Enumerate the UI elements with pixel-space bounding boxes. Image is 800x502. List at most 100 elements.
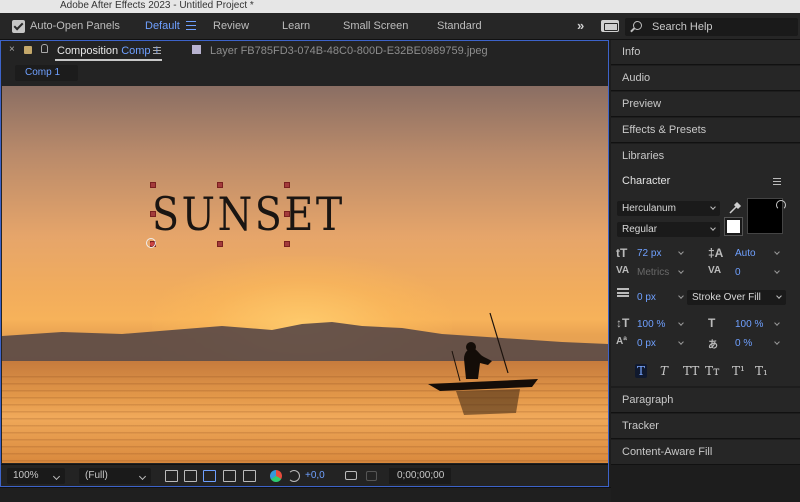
anchor-point-icon[interactable] xyxy=(146,238,156,248)
character-panel-title: Character xyxy=(622,175,671,187)
panel-libraries[interactable]: Libraries xyxy=(611,144,800,169)
superscript-button[interactable]: T¹ xyxy=(732,364,745,378)
tracking-value[interactable]: 0 xyxy=(735,267,741,278)
stroke-width-value[interactable]: 0 px xyxy=(637,292,656,303)
faux-bold-button[interactable]: T xyxy=(635,364,648,378)
window-title: Adobe After Effects 2023 - Untitled Proj… xyxy=(60,0,254,11)
all-caps-button[interactable]: TT xyxy=(683,364,699,378)
font-size-value[interactable]: 72 px xyxy=(637,248,661,259)
panel-info[interactable]: Info xyxy=(611,40,800,65)
reset-exposure-icon[interactable] xyxy=(288,470,300,482)
tsume-icon: あ xyxy=(708,340,718,351)
close-icon[interactable]: × xyxy=(9,44,15,55)
resolution-select[interactable]: (Full) xyxy=(79,468,151,484)
chevron-down-icon xyxy=(710,204,716,210)
vertical-scale-value[interactable]: 100 % xyxy=(637,319,665,330)
tsume-value[interactable]: 0 % xyxy=(735,338,752,349)
panel-audio[interactable]: Audio xyxy=(611,66,800,91)
chevron-down-icon[interactable] xyxy=(774,249,780,255)
panel-content-aware-fill[interactable]: Content-Aware Fill xyxy=(611,440,800,465)
font-family-select[interactable]: Herculanum xyxy=(617,201,720,216)
eyedropper-icon[interactable] xyxy=(728,201,742,215)
chevron-down-icon[interactable] xyxy=(774,320,780,326)
workspace-overflow-icon[interactable]: » xyxy=(577,18,584,33)
tab-composition[interactable]: Composition Comp 1 xyxy=(57,45,160,57)
selection-handle[interactable] xyxy=(217,182,223,188)
small-caps-button[interactable]: Tт xyxy=(705,364,720,378)
channel-color-icon[interactable] xyxy=(270,470,282,482)
search-input[interactable] xyxy=(652,20,792,34)
font-style-select[interactable]: Regular xyxy=(617,222,720,237)
active-tab-indicator xyxy=(55,59,162,61)
zoom-select[interactable]: 100% xyxy=(7,468,65,484)
sync-settings-icon[interactable] xyxy=(601,20,619,32)
snapshot-camera-icon[interactable] xyxy=(345,471,357,480)
horizontal-scale-value[interactable]: 100 % xyxy=(735,319,763,330)
panel-info-label: Info xyxy=(622,46,641,58)
leading-value[interactable]: Auto xyxy=(735,248,756,259)
region-of-interest-icon[interactable] xyxy=(223,470,236,482)
panel-effects-presets-label: Effects & Presets xyxy=(622,124,707,136)
stroke-mode-select[interactable]: Stroke Over Fill xyxy=(687,290,786,305)
subscript-button[interactable]: T₁ xyxy=(755,364,768,378)
faux-italic-button[interactable]: T xyxy=(660,364,668,378)
grid-guides-icon[interactable] xyxy=(243,470,256,482)
tab-layer[interactable]: Layer FB785FD3-074B-48C0-800D-E32BE09897… xyxy=(210,45,488,57)
mask-visibility-icon[interactable] xyxy=(203,470,216,482)
selection-handle[interactable] xyxy=(150,211,156,217)
resolution-value: (Full) xyxy=(85,470,108,481)
panel-paragraph-label: Paragraph xyxy=(622,394,674,406)
timecode-display[interactable]: 0;00;00;00 xyxy=(389,468,451,484)
selection-handle[interactable] xyxy=(284,211,290,217)
panel-preview-label: Preview xyxy=(622,98,662,110)
workspace-tab-review[interactable]: Review xyxy=(213,20,249,33)
workspace-tab-default[interactable]: Default xyxy=(145,20,180,33)
comp-subtab[interactable]: Comp 1 xyxy=(15,65,78,81)
selection-handle[interactable] xyxy=(217,241,223,247)
selection-handle[interactable] xyxy=(150,182,156,188)
exposure-value[interactable]: +0,0 xyxy=(305,470,325,481)
swap-colors-icon[interactable] xyxy=(776,200,786,210)
title-bar: Adobe After Effects 2023 - Untitled Proj… xyxy=(0,0,800,13)
selection-handle[interactable] xyxy=(284,241,290,247)
chevron-down-icon xyxy=(776,293,782,299)
panel-menu-icon[interactable] xyxy=(153,47,161,54)
workspace-tab-standard[interactable]: Standard xyxy=(437,20,482,33)
chevron-down-icon[interactable] xyxy=(678,268,684,274)
fast-previews-icon[interactable] xyxy=(165,470,178,482)
panel-effects-presets[interactable]: Effects & Presets xyxy=(611,118,800,143)
transparency-grid-icon[interactable] xyxy=(184,470,197,482)
chevron-down-icon[interactable] xyxy=(678,339,684,345)
panel-paragraph[interactable]: Paragraph xyxy=(611,388,800,413)
auto-open-checkbox[interactable] xyxy=(12,20,25,33)
kerning-value[interactable]: Metrics xyxy=(637,267,669,278)
panel-tracker[interactable]: Tracker xyxy=(611,414,800,439)
panel-tracker-label: Tracker xyxy=(622,420,659,432)
chevron-down-icon[interactable] xyxy=(678,320,684,326)
character-menu-icon[interactable] xyxy=(773,178,781,185)
baseline-shift-value[interactable]: 0 px xyxy=(637,338,656,349)
workspace-tab-learn[interactable]: Learn xyxy=(282,20,310,33)
search-help-box[interactable] xyxy=(625,18,798,36)
leading-icon: ‡A xyxy=(708,246,724,260)
panel-preview[interactable]: Preview xyxy=(611,92,800,117)
selection-handle[interactable] xyxy=(284,182,290,188)
tracking-icon: VA xyxy=(708,265,722,276)
chevron-down-icon[interactable] xyxy=(774,339,780,345)
kayak-silhouette xyxy=(428,312,538,415)
auto-open-label[interactable]: Auto-Open Panels xyxy=(30,20,120,33)
stroke-mode-value: Stroke Over Fill xyxy=(692,292,761,303)
chevron-down-icon[interactable] xyxy=(774,268,780,274)
workspace-menu-icon[interactable] xyxy=(186,21,196,30)
panel-content-aware-fill-label: Content-Aware Fill xyxy=(622,446,713,458)
composition-viewer[interactable]: SUNSET xyxy=(2,86,608,463)
right-panel-stack: Info Audio Preview Effects & Presets Lib… xyxy=(611,40,800,502)
stroke-color-swatch[interactable] xyxy=(724,217,743,236)
show-snapshot-icon[interactable] xyxy=(366,471,377,481)
chevron-down-icon[interactable] xyxy=(678,293,684,299)
character-panel: Character Herculanum Regular tT 72 px ‡A… xyxy=(611,168,800,386)
chevron-down-icon[interactable] xyxy=(678,249,684,255)
text-layer-sunset[interactable]: SUNSET xyxy=(152,182,345,246)
lock-icon[interactable] xyxy=(41,44,48,53)
workspace-tab-small-screen[interactable]: Small Screen xyxy=(343,20,408,33)
